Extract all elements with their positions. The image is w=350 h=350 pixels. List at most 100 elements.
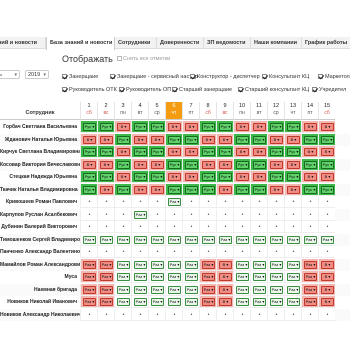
tab-knowledge-partial[interactable]: знаний и новости: [0, 37, 46, 49]
tab-powers-of-attorney[interactable]: Доверенности: [157, 37, 204, 49]
shift-cell[interactable]: •: [199, 246, 216, 258]
shift-cell[interactable]: •: [80, 208, 97, 221]
shift-cell[interactable]: Раз ▾: [165, 233, 182, 246]
shift-cell[interactable]: Рус ▾: [233, 183, 250, 196]
shift-cell[interactable]: В ▾: [301, 121, 318, 133]
shift-cell[interactable]: •: [233, 246, 250, 258]
employee-name[interactable]: Новиков Александр Николаевич: [0, 309, 80, 321]
shift-cell[interactable]: Раз ▾: [80, 283, 97, 296]
shift-cell[interactable]: Рус ▾: [80, 146, 97, 158]
shift-cell[interactable]: Рус ▾: [250, 133, 267, 146]
shift-cell[interactable]: В ▾: [318, 296, 335, 308]
shift-cell[interactable]: Рус ▾: [284, 171, 301, 183]
shift-cell[interactable]: •: [284, 196, 301, 208]
shift-cell[interactable]: Раз ▾: [97, 258, 114, 271]
shift-cell[interactable]: •: [250, 246, 267, 258]
shift-cell[interactable]: В ▾: [318, 171, 335, 183]
shift-cell[interactable]: •: [233, 308, 250, 321]
shift-cell[interactable]: Раз ▾: [114, 296, 131, 308]
shift-cell[interactable]: Раз ▾: [182, 296, 199, 308]
shift-cell[interactable]: Рус ▾: [80, 183, 97, 196]
shift-cell[interactable]: Рус ▾: [267, 171, 284, 183]
shift-cell[interactable]: Рус ▾: [80, 171, 97, 183]
shift-cell[interactable]: Рус ▾: [233, 133, 250, 146]
shift-cell[interactable]: В ▾: [80, 158, 97, 171]
shift-cell[interactable]: Рус ▾: [165, 158, 182, 171]
shift-cell[interactable]: •: [114, 221, 131, 233]
shift-cell[interactable]: В ▾: [148, 183, 165, 196]
shift-cell[interactable]: Раз ▾: [182, 271, 199, 283]
filter-role-5[interactable]: Руководитель ОТК: [62, 86, 117, 95]
shift-cell[interactable]: Раз ▾: [182, 258, 199, 271]
shift-cell[interactable]: В ▾: [182, 171, 199, 183]
shift-cell[interactable]: В ▾: [114, 146, 131, 158]
shift-cell[interactable]: •: [131, 221, 148, 233]
shift-cell[interactable]: В ▾: [318, 258, 335, 271]
shift-cell[interactable]: •: [97, 196, 114, 208]
shift-cell[interactable]: Рус ▾: [301, 158, 318, 171]
filter-role-3[interactable]: Консультант КЦ: [262, 73, 309, 82]
shift-cell[interactable]: В ▾: [182, 121, 199, 133]
shift-cell[interactable]: Раз ▾: [165, 196, 182, 208]
shift-cell[interactable]: Рус ▾: [318, 133, 335, 146]
shift-cell[interactable]: Рус ▾: [318, 183, 335, 196]
shift-cell[interactable]: В ▾: [216, 296, 233, 308]
employee-name[interactable]: Новиков Николай Иванович: [0, 296, 80, 308]
shift-cell[interactable]: Рус ▾: [284, 146, 301, 158]
tab-knowledge-base[interactable]: База знаний и новости: [46, 37, 115, 50]
shift-cell[interactable]: В ▾: [165, 146, 182, 158]
shift-cell[interactable]: •: [267, 208, 284, 221]
employee-name[interactable]: Жданович Наталья Юрьевна: [0, 134, 80, 146]
shift-cell[interactable]: Раз ▾: [97, 283, 114, 296]
filter-role-6[interactable]: Руководитель ОП: [119, 86, 171, 95]
shift-cell[interactable]: •: [165, 208, 182, 221]
shift-cell[interactable]: •: [284, 221, 301, 233]
filter-role-2[interactable]: Конструктор - диспетчер: [190, 73, 260, 82]
shift-cell[interactable]: •: [182, 221, 199, 233]
shift-cell[interactable]: В ▾: [199, 133, 216, 146]
shift-cell[interactable]: •: [199, 221, 216, 233]
shift-cell[interactable]: В ▾: [250, 121, 267, 133]
shift-cell[interactable]: В ▾: [267, 158, 284, 171]
shift-cell[interactable]: Раз ▾: [199, 271, 216, 283]
shift-cell[interactable]: В ▾: [182, 146, 199, 158]
shift-cell[interactable]: •: [97, 246, 114, 258]
shift-cell[interactable]: Рус ▾: [250, 158, 267, 171]
shift-cell[interactable]: Рус ▾: [199, 183, 216, 196]
shift-cell[interactable]: В ▾: [284, 183, 301, 196]
filter-role-1[interactable]: Занерщаие - сервисный настер: [110, 73, 198, 82]
shift-cell[interactable]: Раз ▾: [148, 258, 165, 271]
shift-cell[interactable]: •: [301, 221, 318, 233]
shift-cell[interactable]: Раз ▾: [301, 233, 318, 246]
shift-cell[interactable]: Рус ▾: [250, 183, 267, 196]
shift-cell[interactable]: Раз ▾: [165, 283, 182, 296]
shift-cell[interactable]: В ▾: [148, 133, 165, 146]
shift-cell[interactable]: Рус ▾: [216, 121, 233, 133]
shift-cell[interactable]: •: [80, 308, 97, 321]
shift-cell[interactable]: Рус ▾: [97, 146, 114, 158]
filter-role-8[interactable]: Старший консультант КЦ: [238, 86, 309, 95]
shift-cell[interactable]: В ▾: [114, 121, 131, 133]
shift-cell[interactable]: Рус ▾: [148, 171, 165, 183]
shift-cell[interactable]: Раз ▾: [233, 271, 250, 283]
shift-cell[interactable]: •: [318, 308, 335, 321]
shift-cell[interactable]: Раз ▾: [284, 296, 301, 308]
shift-cell[interactable]: Раз ▾: [80, 271, 97, 283]
shift-cell[interactable]: •: [182, 208, 199, 221]
shift-cell[interactable]: В ▾: [216, 158, 233, 171]
shift-cell[interactable]: Раз ▾: [114, 271, 131, 283]
shift-cell[interactable]: Рус ▾: [301, 133, 318, 146]
shift-cell[interactable]: Раз ▾: [284, 283, 301, 296]
shift-cell[interactable]: Рус ▾: [301, 183, 318, 196]
shift-cell[interactable]: Раз ▾: [250, 258, 267, 271]
shift-cell[interactable]: В ▾: [250, 171, 267, 183]
shift-cell[interactable]: Раз ▾: [165, 271, 182, 283]
shift-cell[interactable]: Раз ▾: [97, 233, 114, 246]
shift-cell[interactable]: В ▾: [267, 183, 284, 196]
shift-cell[interactable]: Рус ▾: [80, 121, 97, 133]
shift-cell[interactable]: •: [284, 208, 301, 221]
shift-cell[interactable]: Раз ▾: [318, 233, 335, 246]
shift-cell[interactable]: Раз ▾: [165, 296, 182, 308]
tab-employees[interactable]: Сотрудники: [115, 37, 157, 49]
shift-cell[interactable]: •: [301, 208, 318, 221]
